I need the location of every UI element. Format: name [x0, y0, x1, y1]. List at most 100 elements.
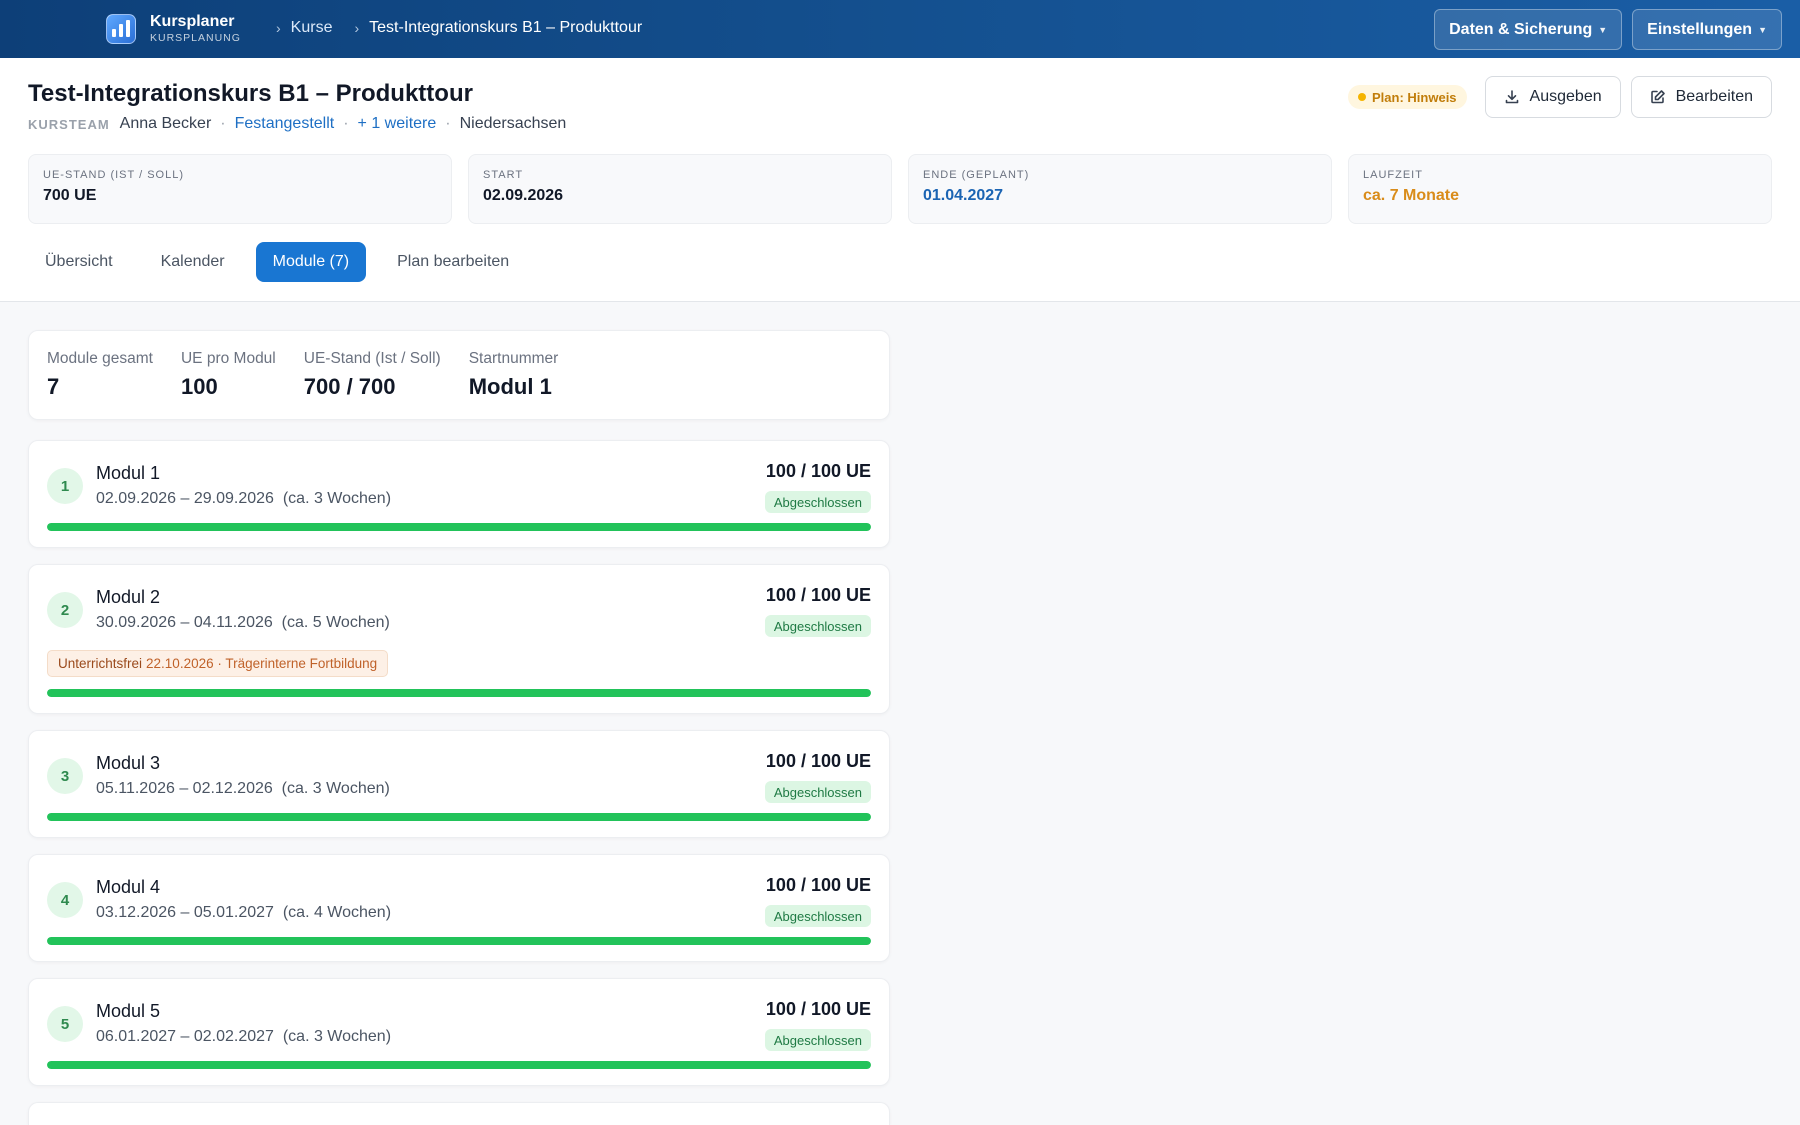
summary-label: UE pro Modul — [180, 350, 276, 367]
summary-value: 100 — [180, 374, 218, 399]
app-subtitle: KURSPLANUNG — [150, 32, 241, 44]
stat-label: ENDE (GEPLANT) — [923, 169, 1030, 181]
module-dates: 06.01.2027 – 02.02.2027 (ca. 3 Wochen) — [96, 1028, 392, 1045]
summary-item: UE pro Modul 100 — [181, 350, 276, 400]
breadcrumb-courses[interactable]: Kurse — [291, 19, 333, 37]
export-button[interactable]: Ausgeben — [1484, 76, 1621, 118]
tab-overview[interactable]: Übersicht — [28, 242, 130, 282]
module-title: Modul 2 — [96, 587, 161, 607]
stat-duration: LAUFZEIT ca. 7 Monate — [1348, 154, 1772, 224]
status-badge: Abgeschlossen — [764, 905, 871, 927]
status-badge: Abgeschlossen — [764, 615, 871, 637]
module-progress-fill — [47, 523, 871, 531]
course-meta: KURSTEAM Anna Becker · Festangestellt · … — [28, 115, 567, 133]
module-title: Modul 4 — [96, 877, 161, 897]
chevron-right-icon: › — [354, 20, 360, 36]
export-label: Ausgeben — [1529, 88, 1602, 105]
module-progress-bar — [47, 523, 871, 531]
module-card[interactable]: 4 Modul 4 03.12.2026 – 05.01.2027 (ca. 4… — [28, 854, 890, 962]
module-card[interactable]: 2 Modul 2 30.09.2026 – 04.11.2026 (ca. 5… — [28, 564, 890, 714]
module-title: Modul 3 — [96, 753, 161, 773]
stat-start: START 02.09.2026 — [468, 154, 892, 224]
download-icon — [1505, 90, 1518, 104]
module-card[interactable]: 3 Modul 3 05.11.2026 – 02.12.2026 (ca. 3… — [28, 730, 890, 838]
status-badge: Abgeschlossen — [764, 491, 871, 513]
summary-item: UE-Stand (Ist / Soll) 700 / 700 — [304, 350, 441, 400]
module-progress-fill — [47, 937, 871, 945]
plan-status-badge[interactable]: Plan: Hinweis — [1348, 85, 1467, 109]
data-backup-menu-button[interactable]: Daten & Sicherung ▼ — [1434, 9, 1623, 50]
data-backup-label: Daten & Sicherung — [1449, 20, 1593, 38]
breadcrumb: › Kurse › Test-Integrationskurs B1 – Pro… — [272, 19, 660, 37]
page-title: Test-Integrationskurs B1 – Produkttour — [28, 80, 473, 107]
edit-icon — [1650, 90, 1665, 104]
module-progress-fill — [47, 689, 871, 697]
stat-ue-status: UE-STAND (IST / SOLL) 700 UE — [28, 154, 452, 224]
status-dot-icon — [1358, 93, 1367, 101]
status-badge: Abgeschlossen — [764, 781, 871, 803]
module-ue: 100 / 100 UE — [765, 461, 871, 481]
module-ue: 100 / 100 UE — [765, 751, 871, 771]
tab-modules[interactable]: Module (7) — [255, 242, 367, 282]
status-badge: Abgeschlossen — [764, 1029, 871, 1051]
brand[interactable]: Kursplaner KURSPLANUNG — [106, 13, 241, 45]
module-ue: 100 / 100 UE — [765, 585, 871, 605]
chart-logo-icon — [106, 14, 136, 44]
module-card[interactable]: 1 Modul 1 02.09.2026 – 29.09.2026 (ca. 3… — [28, 440, 890, 548]
edit-button[interactable]: Bearbeiten — [1630, 76, 1772, 118]
module-number: 4 — [47, 882, 83, 918]
plan-badge-label: Plan: Hinweis — [1372, 89, 1457, 105]
teacher-name: Anna Becker — [119, 115, 212, 132]
tab-edit-plan[interactable]: Plan bearbeiten — [380, 242, 526, 282]
module-dates: 02.09.2026 – 29.09.2026 (ca. 3 Wochen) — [96, 490, 392, 507]
module-dates: 03.12.2026 – 05.01.2027 (ca. 4 Wochen) — [96, 904, 392, 921]
stat-label: UE-STAND (IST / SOLL) — [43, 169, 185, 181]
summary-item: Module gesamt 7 — [47, 350, 153, 400]
module-ue: 100 / 100 UE — [765, 875, 871, 895]
stat-row: UE-STAND (IST / SOLL) 700 UE START 02.09… — [28, 154, 1772, 224]
module-title: Modul 5 — [96, 1001, 161, 1021]
module-title: Modul 1 — [96, 463, 161, 483]
module-progress-bar — [47, 937, 871, 945]
summary-label: UE-Stand (Ist / Soll) — [303, 350, 441, 367]
module-ue: 100 / 100 UE — [765, 999, 871, 1019]
module-number: 2 — [47, 592, 83, 628]
summary-value: 7 — [47, 374, 60, 399]
summary-label: Module gesamt — [47, 350, 153, 367]
stat-label: START — [483, 169, 524, 181]
stat-value: 01.04.2027 — [923, 187, 1004, 204]
module-dates: 30.09.2026 – 04.11.2026 (ca. 5 Wochen) — [96, 614, 390, 631]
module-progress-bar — [47, 1061, 871, 1069]
employment-link[interactable]: Festangestellt — [235, 115, 335, 133]
module-card[interactable]: 5 Modul 5 06.01.2027 – 02.02.2027 (ca. 3… — [28, 978, 890, 1086]
summary-value: 700 / 700 — [303, 374, 396, 399]
module-summary: Module gesamt 7 UE pro Modul 100 UE-Stan… — [28, 330, 890, 420]
stat-value: 02.09.2026 — [483, 187, 564, 204]
stat-value: 700 UE — [43, 187, 97, 204]
settings-menu-button[interactable]: Einstellungen ▼ — [1632, 9, 1782, 50]
app-name: Kursplaner — [150, 13, 235, 30]
module-progress-fill — [47, 1061, 871, 1069]
tab-calendar[interactable]: Kalender — [144, 242, 242, 282]
caret-down-icon: ▼ — [1758, 24, 1767, 35]
tab-bar: Übersicht Kalender Module (7) Plan bearb… — [28, 242, 536, 282]
stat-value: ca. 7 Monate — [1363, 187, 1460, 204]
summary-value: Modul 1 — [468, 374, 552, 399]
stat-label: LAUFZEIT — [1363, 169, 1423, 181]
holiday-text: 22.10.2026 · Trägerinterne Fortbildung — [146, 656, 378, 671]
module-progress-fill — [47, 813, 871, 821]
summary-label: Startnummer — [468, 350, 559, 367]
breadcrumb-current-course: Test-Integrationskurs B1 – Produkttour — [369, 19, 643, 36]
more-teachers-link[interactable]: + 1 weitere — [358, 115, 437, 133]
stat-end-planned: ENDE (GEPLANT) 01.04.2027 — [908, 154, 1332, 224]
summary-item: Startnummer Modul 1 — [469, 350, 559, 400]
caret-down-icon: ▼ — [1598, 24, 1608, 35]
course-header: Test-Integrationskurs B1 – Produkttour K… — [0, 58, 1800, 302]
module-progress-bar — [47, 689, 871, 697]
holiday-label: Unterrichtsfrei — [58, 656, 143, 671]
module-number: 1 — [47, 468, 83, 504]
holiday-note: Unterrichtsfrei 22.10.2026 · Trägerinter… — [47, 650, 389, 677]
edit-label: Bearbeiten — [1675, 88, 1753, 105]
settings-label: Einstellungen — [1647, 20, 1753, 38]
module-card[interactable] — [28, 1102, 890, 1125]
